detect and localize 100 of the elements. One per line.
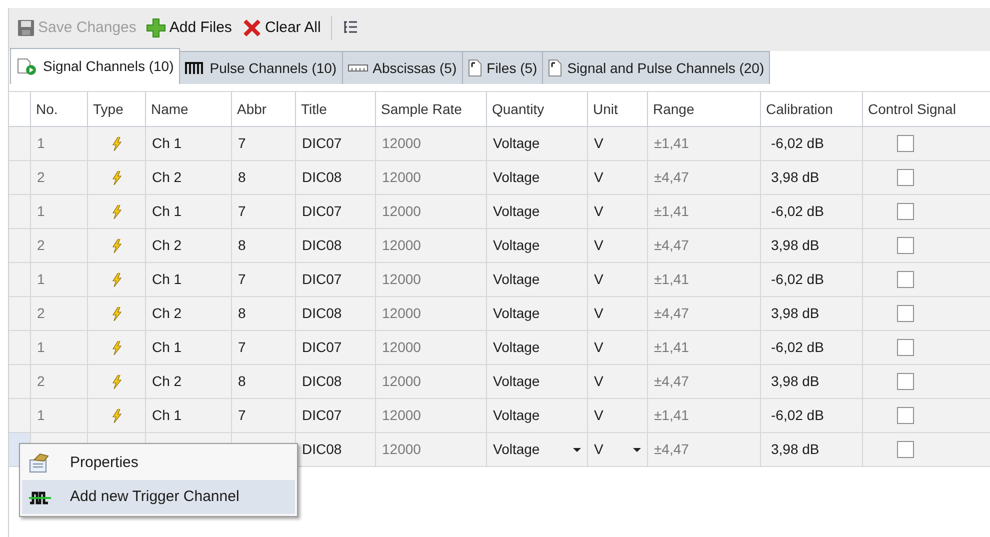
checkbox[interactable]: [897, 407, 914, 424]
tab[interactable]: Signal and Pulse Channels (20): [542, 51, 770, 84]
table-row[interactable]: 1 Ch 1 7 DIC07 12000 Voltage V ±1,41 -6,02 dB: [9, 399, 990, 433]
table-row[interactable]: 2 Ch 2 8 DIC08 12000 Voltage V ±4,47 3,98 dB: [9, 161, 990, 195]
table-cell-text: 7: [238, 134, 246, 153]
lightning-icon: [112, 170, 122, 184]
tab[interactable]: Signal Channels (10): [10, 48, 180, 84]
checkbox[interactable]: [897, 373, 914, 390]
table-cell-text: 8: [238, 304, 246, 323]
table-cell-text: 12000: [382, 270, 421, 289]
table-cell-text: 1: [37, 270, 45, 289]
table-cell-text: Voltage: [493, 372, 540, 391]
table-cell-text: 12000: [382, 168, 421, 187]
table-cell-text: 1: [37, 134, 45, 153]
checkbox[interactable]: [897, 169, 914, 186]
table-cell-text: V: [594, 372, 604, 391]
document-icon: [548, 59, 562, 77]
table-cell-text: -6,02 dB: [771, 270, 824, 289]
table-row[interactable]: 2 Ch 2 8 DIC08 12000 Voltage V ±4,47 3,98 dB: [9, 297, 990, 331]
lightning-icon: [112, 204, 122, 218]
checkbox[interactable]: [897, 271, 914, 288]
table-cell-text: V: [594, 406, 604, 425]
table-cell-text: Voltage: [493, 406, 540, 425]
table-cell-text: V: [594, 168, 604, 187]
tab[interactable]: Files (5): [462, 51, 544, 84]
table-cell-text: DIC07: [302, 270, 342, 289]
table-cell-text: V: [594, 270, 604, 289]
table-cell-text: DIC07: [302, 406, 342, 425]
table-cell-text: Voltage: [493, 134, 540, 153]
tab[interactable]: Abscissas (5): [342, 51, 463, 84]
table-cell-text: Ch 1: [152, 134, 182, 153]
table-cell-text: Ch 1: [152, 406, 182, 425]
table-cell-text: 7: [238, 406, 246, 425]
toolbar-button[interactable]: Add Files: [144, 16, 234, 40]
menu-item[interactable]: Add new Trigger Channel: [22, 480, 295, 514]
table-row[interactable]: 1 Ch 1 7 DIC07 12000 Voltage V ±1,41 -6,02 dB: [9, 195, 990, 229]
plus-icon: [146, 18, 166, 38]
table-cell-text: 12000: [382, 372, 421, 391]
table-cell-text: ±4,47: [654, 440, 689, 459]
checkbox[interactable]: [897, 203, 914, 220]
table-cell-text: 12000: [382, 406, 421, 425]
lightning-icon: [112, 374, 122, 388]
table-cell-text: -6,02 dB: [771, 406, 824, 425]
table-cell-text: 12000: [382, 134, 421, 153]
table-cell-text: DIC08: [302, 440, 342, 459]
lightning-icon: [112, 238, 122, 252]
table-cell-text: 2: [37, 304, 45, 323]
table-cell-text: 12000: [382, 338, 421, 357]
lightning-icon: [112, 272, 122, 286]
lightning-icon: [112, 408, 122, 422]
table-cell-text: ±4,47: [654, 168, 689, 187]
checkbox[interactable]: [897, 135, 914, 152]
table-cell-text: ±4,47: [654, 304, 689, 323]
lightning-icon: [112, 136, 122, 150]
table-row[interactable]: 1 Ch 1 7 DIC07 12000 Voltage V ±1,41 -6,02 dB: [9, 263, 990, 297]
table-cell-text: 1: [37, 406, 45, 425]
table-row[interactable]: 2 Ch 2 8 DIC08 12000 Voltage V ±4,47 3,98 dB: [9, 229, 990, 263]
checkbox[interactable]: [897, 441, 914, 458]
table-cell-text: 8: [238, 168, 246, 187]
table-row[interactable]: 2 Ch 2 8 DIC08 12000 Voltage V ±4,47 3,98 dB: [9, 365, 990, 399]
table-cell-text: -6,02 dB: [771, 134, 824, 153]
checkbox[interactable]: [897, 339, 914, 356]
dropdown-caret-icon[interactable]: [573, 448, 581, 452]
table-cell-text: -6,02 dB: [771, 202, 824, 221]
table-cell-text: DIC08: [302, 168, 342, 187]
table-cell-text: DIC07: [302, 338, 342, 357]
pulse-wave-icon: [184, 61, 205, 75]
table-cell-text: DIC08: [302, 372, 342, 391]
table-cell-text: Voltage: [493, 270, 540, 289]
table-cell-text: Voltage: [493, 304, 540, 323]
table-cell-text: 3,98 dB: [771, 304, 820, 323]
table-cell-text: 7: [238, 202, 246, 221]
table-cell-text: DIC07: [302, 134, 342, 153]
table-cell-text: ±1,41: [654, 406, 689, 425]
checkbox[interactable]: [897, 237, 914, 254]
table-cell-text: DIC08: [302, 304, 342, 323]
dropdown-caret-icon[interactable]: [633, 448, 641, 452]
table-cell-text: ±1,41: [654, 338, 689, 357]
table-cell-text: V: [594, 236, 604, 255]
table-cell-text: Ch 2: [152, 168, 182, 187]
table-cell-text: V: [594, 440, 604, 459]
trigger-pulse-icon: [28, 489, 52, 505]
table-cell-text: Voltage: [493, 202, 540, 221]
table-cell-text: Voltage: [493, 338, 540, 357]
toolbar-button[interactable]: Clear All: [240, 16, 323, 40]
table-cell-text: Ch 2: [152, 236, 182, 255]
table-cell-text: Ch 1: [152, 338, 182, 357]
table-row[interactable]: 1 Ch 1 7 DIC07 12000 Voltage V ±1,41 -6,02 dB: [9, 331, 990, 365]
table-cell-text: 1: [37, 338, 45, 357]
table-cell-text: V: [594, 202, 604, 221]
table-cell-text: 12000: [382, 304, 421, 323]
table-row[interactable]: 1 Ch 1 7 DIC07 12000 Voltage V ±1,41 -6,02 dB: [9, 127, 990, 161]
table-cell-text: ±4,47: [654, 372, 689, 391]
checkbox[interactable]: [897, 305, 914, 322]
close-icon: [242, 18, 262, 38]
table-cell-text: -6,02 dB: [771, 338, 824, 357]
table-cell-text: ±1,41: [654, 134, 689, 153]
tab[interactable]: Pulse Channels (10): [178, 51, 343, 84]
lightning-icon: [112, 306, 122, 320]
table-cell-text: ±1,41: [654, 202, 689, 221]
